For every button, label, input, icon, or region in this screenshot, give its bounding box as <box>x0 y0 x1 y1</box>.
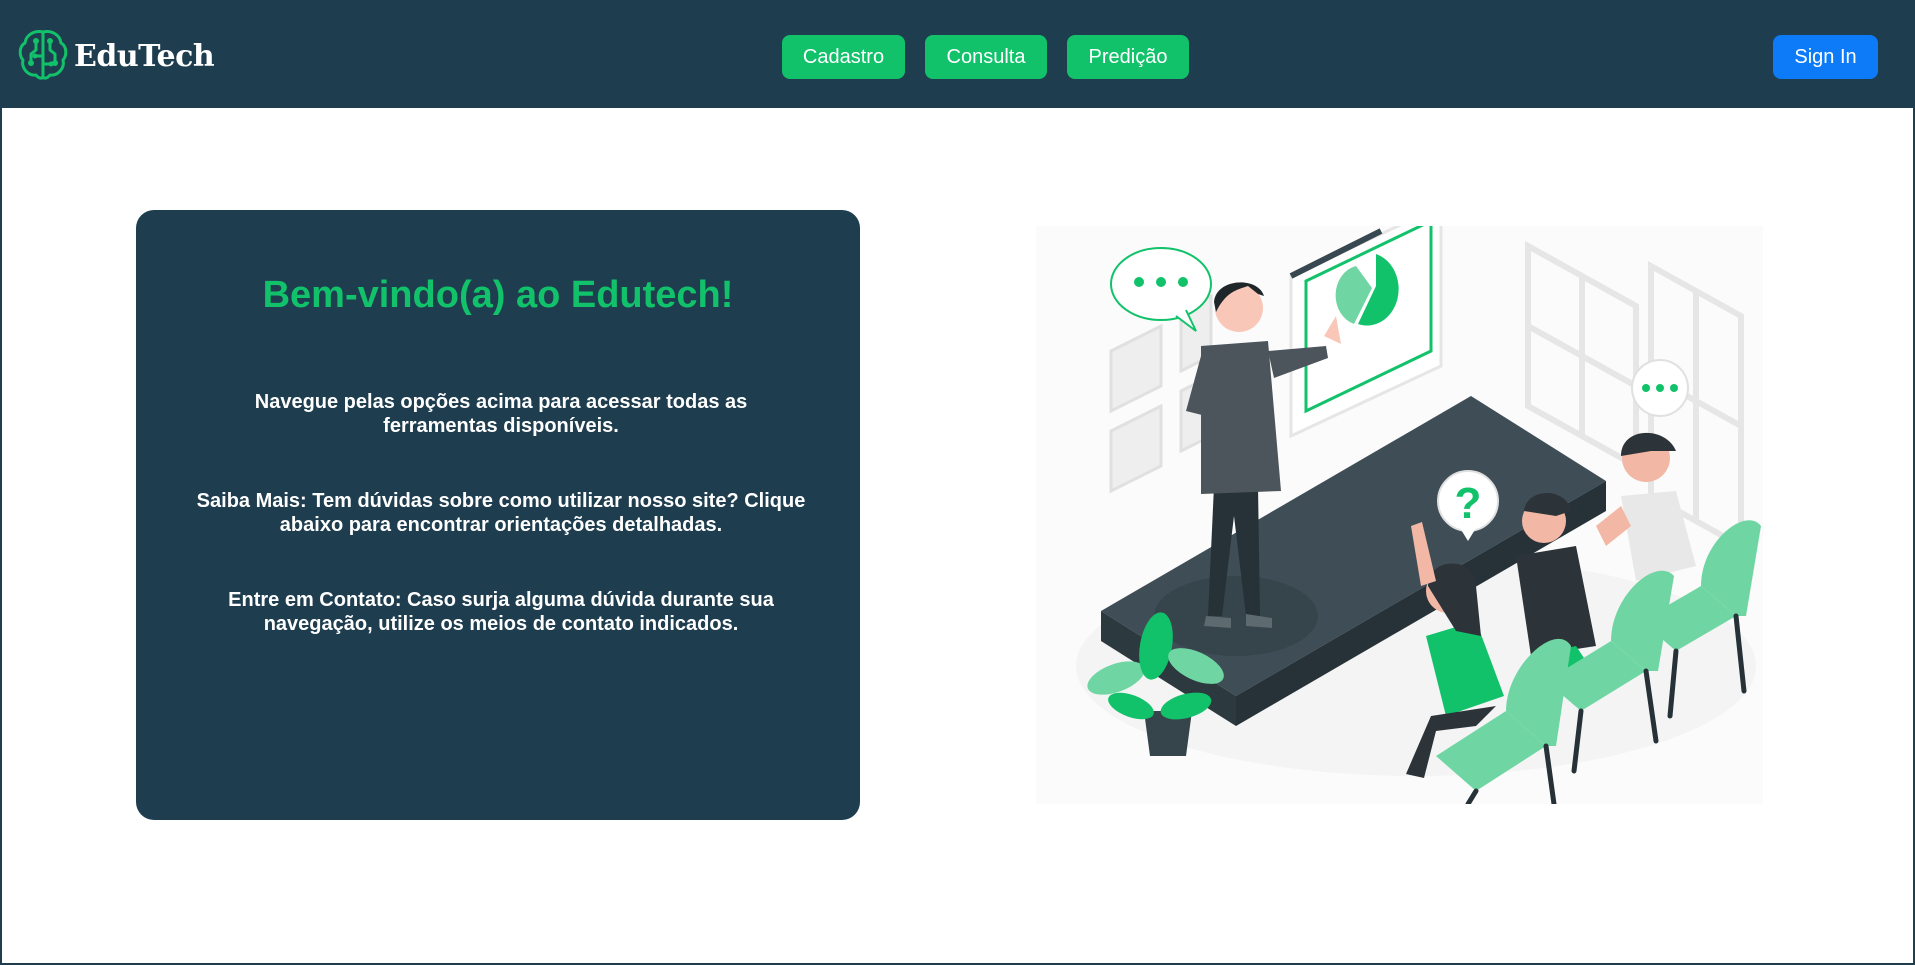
main-nav: Cadastro Consulta Predição <box>782 35 1189 79</box>
brand-name: EduTech <box>74 38 215 74</box>
welcome-title: Bem-vindo(a) ao Edutech! <box>262 274 734 316</box>
brand-logo[interactable]: EduTech <box>16 26 215 87</box>
nav-cadastro-button[interactable]: Cadastro <box>782 35 905 79</box>
welcome-contact-text: Entre em Contato: Caso surja alguma dúvi… <box>228 589 774 635</box>
brain-chip-icon <box>16 26 70 87</box>
nav-consulta-button[interactable]: Consulta <box>925 35 1047 79</box>
welcome-card: Bem-vindo(a) ao Edutech! Navegue pelas o… <box>136 210 860 820</box>
sign-in-button[interactable]: Sign In <box>1773 35 1878 79</box>
nav-predicao-button[interactable]: Predição <box>1067 35 1189 79</box>
navbar: EduTech Cadastro Consulta Predição Sign … <box>2 2 1913 108</box>
question-mark-text: ? <box>1455 479 1482 528</box>
welcome-navigation-text: Navegue pelas opções acima para acessar … <box>254 391 748 437</box>
welcome-learn-more-text: Saiba Mais: Tem dúvidas sobre como utili… <box>196 490 806 536</box>
classroom-presentation-illustration: ? <box>1036 203 1763 807</box>
